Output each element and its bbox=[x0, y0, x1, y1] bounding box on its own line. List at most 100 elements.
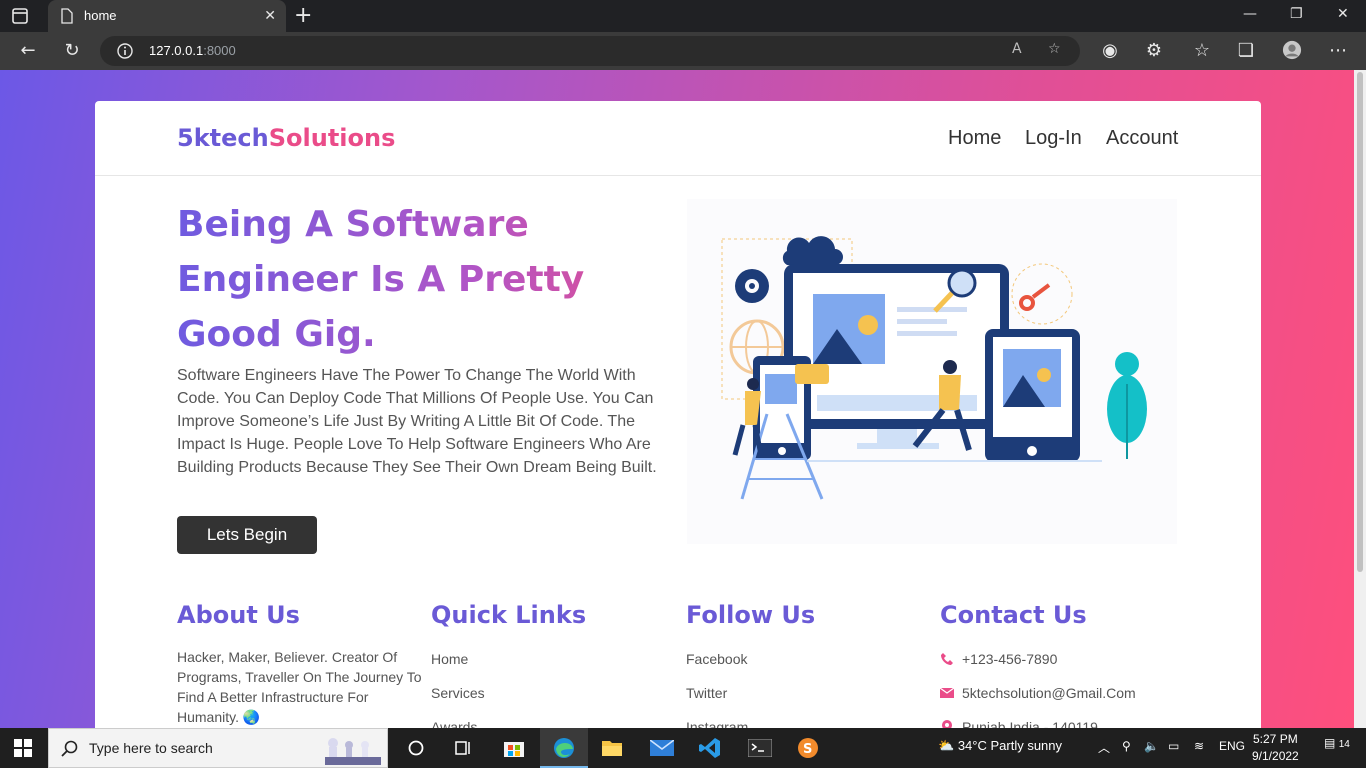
page-card: 5ktechSolutions Home Log-In Account Bein… bbox=[95, 101, 1261, 728]
footer-quick-links: Quick Links Home Services Awards bbox=[431, 601, 676, 728]
taskbar-vscode[interactable] bbox=[686, 728, 734, 768]
close-tab-icon[interactable]: ✕ bbox=[264, 8, 276, 24]
quick-link-home[interactable]: Home bbox=[431, 647, 676, 671]
restore-icon[interactable]: ❐ bbox=[1290, 6, 1303, 22]
notification-count: 14 bbox=[1338, 739, 1350, 750]
page-scrollbar[interactable] bbox=[1354, 70, 1366, 728]
taskbar-file-explorer[interactable] bbox=[588, 728, 636, 768]
about-heading: About Us bbox=[177, 601, 300, 629]
taskbar-edge[interactable] bbox=[540, 728, 588, 768]
favorite-add-icon[interactable]: ☆ bbox=[1048, 41, 1061, 57]
chess-pieces-icon bbox=[325, 738, 381, 765]
nav-account[interactable]: Account bbox=[1106, 127, 1178, 150]
clock-time: 5:27 PM bbox=[1253, 732, 1298, 746]
avatar[interactable] bbox=[1282, 40, 1302, 60]
follow-twitter[interactable]: Twitter bbox=[686, 681, 931, 705]
tab-actions-icon[interactable] bbox=[10, 6, 30, 26]
extensions-icon[interactable]: ⚙ bbox=[1144, 41, 1164, 61]
hero-illustration bbox=[687, 199, 1177, 544]
taskbar-terminal[interactable] bbox=[736, 728, 784, 768]
footer-follow: Follow Us Facebook Twitter Instagram bbox=[686, 601, 931, 728]
logo-part2: Solutions bbox=[268, 124, 396, 152]
page-icon bbox=[61, 8, 73, 24]
scroll-thumb[interactable] bbox=[1357, 72, 1363, 572]
profile-badge-icon[interactable]: ◉ bbox=[1100, 41, 1120, 61]
phone-icon bbox=[941, 653, 953, 665]
edge-icon bbox=[554, 738, 574, 758]
weather-text: 34°C Partly sunny bbox=[957, 738, 1063, 753]
favorites-icon[interactable]: ☆ bbox=[1192, 41, 1212, 61]
notification-icon: ▤ bbox=[1324, 736, 1336, 750]
task-view-button[interactable] bbox=[392, 728, 440, 768]
hero-title: Being A Software Engineer Is A Pretty Go… bbox=[177, 197, 677, 362]
cortana-icon bbox=[408, 740, 424, 756]
windows-start-icon[interactable] bbox=[14, 739, 32, 757]
browser-tab[interactable]: home ✕ bbox=[48, 0, 286, 32]
contact-phone-text: +123-456-7890 bbox=[962, 651, 1058, 667]
logo-part1: 5ktech bbox=[177, 124, 269, 152]
follow-instagram[interactable]: Instagram bbox=[686, 715, 931, 728]
contact-heading: Contact Us bbox=[940, 601, 1087, 629]
windows-taskbar: Type here to search S ⛅ 34°C Partly sunn… bbox=[0, 728, 1366, 768]
refresh-icon[interactable]: ↻ bbox=[62, 41, 82, 61]
contact-email[interactable]: 5ktechsolution@Gmail.Com bbox=[940, 681, 1185, 705]
show-hidden-icons-icon[interactable]: ︿ bbox=[1098, 739, 1110, 756]
follow-heading: Follow Us bbox=[686, 601, 816, 629]
more-options-icon[interactable]: ⋯ bbox=[1328, 41, 1348, 61]
close-window-icon[interactable]: ✕ bbox=[1337, 6, 1349, 22]
notifications-button[interactable]: ▤ 14 bbox=[1324, 736, 1350, 750]
skype-icon: S bbox=[798, 738, 818, 758]
store-icon bbox=[504, 742, 524, 757]
battery-icon[interactable]: ▭ bbox=[1168, 739, 1179, 753]
meet-now-icon[interactable]: ⚲ bbox=[1122, 739, 1131, 753]
weather-widget[interactable]: ⛅ 34°C Partly sunny bbox=[938, 738, 1062, 754]
search-placeholder: Type here to search bbox=[89, 740, 213, 756]
task-view-icon-button[interactable] bbox=[440, 728, 488, 768]
browser-toolbar: ← ↻ 127.0.0.1:8000 A ☆ ◉ ⚙ ☆ ❏ ⋯ bbox=[0, 32, 1366, 70]
quick-links-heading: Quick Links bbox=[431, 601, 587, 629]
footer-contact: Contact Us +123-456-7890 5ktechsolution@… bbox=[940, 601, 1185, 728]
taskbar-store[interactable] bbox=[490, 728, 538, 768]
volume-icon[interactable]: 🔈 bbox=[1144, 739, 1159, 753]
lets-begin-button[interactable]: Lets Begin bbox=[177, 516, 317, 554]
site-logo[interactable]: 5ktechSolutions bbox=[177, 124, 395, 152]
nav-login[interactable]: Log-In bbox=[1025, 127, 1082, 150]
contact-address[interactable]: Punjab,India - 140119 bbox=[940, 715, 1185, 728]
wifi-icon[interactable]: ≋ bbox=[1194, 739, 1204, 753]
taskbar-mail[interactable] bbox=[638, 728, 686, 768]
taskbar-skype[interactable]: S bbox=[784, 728, 832, 768]
taskbar-search-box[interactable]: Type here to search bbox=[48, 728, 388, 768]
map-pin-icon bbox=[942, 720, 952, 728]
address-bar[interactable]: 127.0.0.1:8000 A ☆ bbox=[100, 36, 1080, 66]
vscode-icon bbox=[699, 738, 720, 758]
collections-icon[interactable]: ❏ bbox=[1236, 41, 1256, 61]
footer-about: About Us Hacker, Maker, Believer. Creato… bbox=[177, 601, 422, 727]
address-host: 127.0.0.1 bbox=[149, 43, 204, 58]
contact-address-text: Punjab,India - 140119 bbox=[962, 719, 1098, 728]
task-view-icon bbox=[455, 741, 470, 755]
minimize-icon[interactable]: — bbox=[1243, 6, 1257, 22]
info-icon[interactable] bbox=[116, 42, 134, 60]
mail-icon bbox=[650, 740, 674, 756]
follow-facebook[interactable]: Facebook bbox=[686, 647, 931, 671]
envelope-icon bbox=[940, 687, 954, 698]
back-icon[interactable]: ← bbox=[18, 41, 38, 61]
quick-link-awards[interactable]: Awards bbox=[431, 715, 676, 728]
language-indicator[interactable]: ENG bbox=[1219, 739, 1245, 753]
svg-text:S: S bbox=[803, 742, 812, 757]
terminal-icon bbox=[748, 739, 772, 757]
nav-home[interactable]: Home bbox=[948, 127, 1001, 150]
new-tab-icon[interactable]: + bbox=[294, 5, 312, 27]
quick-link-services[interactable]: Services bbox=[431, 681, 676, 705]
site-navbar: 5ktechSolutions Home Log-In Account bbox=[95, 101, 1261, 176]
read-aloud-icon[interactable]: A bbox=[1012, 41, 1022, 57]
page-viewport: 5ktechSolutions Home Log-In Account Bein… bbox=[0, 70, 1366, 728]
address-port: :8000 bbox=[203, 43, 236, 58]
partly-sunny-icon: ⛅ bbox=[938, 738, 955, 753]
contact-email-text: 5ktechsolution@Gmail.Com bbox=[962, 685, 1136, 701]
contact-phone[interactable]: +123-456-7890 bbox=[940, 647, 1185, 671]
address-text: 127.0.0.1:8000 bbox=[149, 43, 236, 58]
hero-description: Software Engineers Have The Power To Cha… bbox=[177, 367, 657, 476]
system-clock[interactable]: 5:27 PM 9/1/2022 bbox=[1252, 731, 1299, 765]
clock-date: 9/1/2022 bbox=[1252, 749, 1299, 763]
